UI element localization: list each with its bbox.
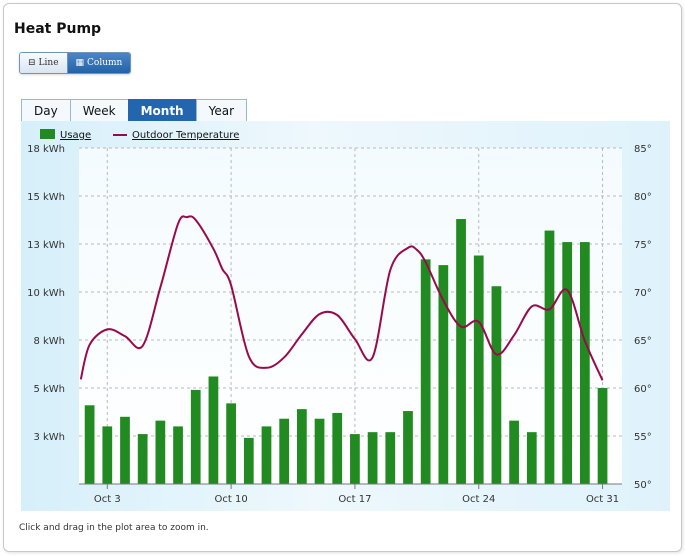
usage-bar[interactable] — [155, 420, 166, 484]
usage-bar[interactable] — [367, 432, 378, 484]
column-view-label: Column — [87, 58, 123, 68]
y-left-tick-label: 13 kWh — [27, 240, 65, 251]
y-right-tick-label: 55° — [634, 432, 652, 443]
x-tick-label: Oct 31 — [586, 494, 619, 505]
line-view-label: Line — [38, 58, 59, 68]
usage-bar[interactable] — [314, 418, 325, 484]
line-view-button[interactable]: ⊟ Line — [20, 53, 68, 73]
y-right-tick-label: 65° — [634, 336, 652, 347]
usage-bar[interactable] — [120, 416, 130, 484]
heat-pump-panel: Heat Pump ⊟ Line ▦ Column Day Week Month… — [3, 3, 682, 552]
usage-bar[interactable] — [491, 286, 502, 484]
usage-bar[interactable] — [261, 426, 272, 484]
chart-legend: Usage Outdoor Temperature — [40, 129, 239, 141]
tab-year[interactable]: Year — [195, 99, 248, 122]
usage-bar[interactable] — [173, 426, 183, 484]
column-view-button[interactable]: ▦ Column — [67, 53, 131, 73]
x-tick-label: Oct 3 — [94, 494, 121, 505]
y-right-tick-label: 80° — [634, 192, 652, 203]
usage-bar[interactable] — [243, 437, 254, 484]
y-left-tick-label: 18 kWh — [27, 144, 65, 155]
panel-title: Heat Pump — [14, 21, 102, 37]
usage-bar[interactable] — [279, 418, 290, 484]
usage-bar[interactable] — [296, 409, 307, 484]
zoom-hint: Click and drag in the plot area to zoom … — [19, 523, 209, 533]
x-tick-label: Oct 10 — [215, 494, 248, 505]
legend-usage-label[interactable]: Usage — [60, 130, 91, 141]
usage-bar[interactable] — [208, 376, 219, 484]
usage-bar[interactable] — [226, 403, 236, 484]
usage-bar[interactable] — [350, 434, 360, 484]
usage-chart[interactable]: 3 kWh 5 kWh 8 kWh 10 kWh 13 kWh 15 kWh 18 kWh 5… — [21, 121, 670, 511]
chart-type-toggle: ⊟ Line ▦ Column — [19, 52, 132, 74]
column-chart-icon: ▦ — [75, 57, 85, 68]
usage-bar[interactable] — [332, 412, 343, 484]
tab-week[interactable]: Week — [69, 99, 129, 122]
usage-bar[interactable] — [84, 405, 95, 484]
usage-bar[interactable] — [456, 219, 466, 484]
y-right-tick-label: 75° — [634, 240, 652, 251]
y-left-tick-label: 8 kWh — [33, 336, 65, 347]
usage-bar[interactable] — [562, 242, 573, 484]
usage-bar[interactable] — [526, 432, 537, 484]
y-right-tick-label: 60° — [634, 384, 652, 395]
tab-day[interactable]: Day — [21, 99, 71, 122]
usage-bar[interactable] — [385, 432, 396, 484]
usage-bar[interactable] — [544, 230, 555, 484]
y-left-tick-label: 3 kWh — [33, 432, 65, 443]
legend-temperature-label[interactable]: Outdoor Temperature — [132, 130, 239, 141]
usage-bar[interactable] — [137, 434, 148, 484]
y-left-tick-label: 10 kWh — [27, 288, 65, 299]
usage-bar[interactable] — [597, 388, 608, 484]
tab-month[interactable]: Month — [127, 99, 197, 122]
line-chart-icon: ⊟ — [28, 57, 36, 68]
period-tabs: Day Week Month Year — [21, 99, 248, 122]
x-tick-label: Oct 24 — [462, 494, 495, 505]
y-left-tick-label: 15 kWh — [27, 192, 65, 203]
chart-area[interactable]: 3 kWh 5 kWh 8 kWh 10 kWh 13 kWh 15 kWh 18 kWh 5… — [21, 121, 670, 511]
usage-bar[interactable] — [420, 259, 431, 484]
y-right-tick-label: 85° — [634, 144, 652, 155]
usage-bar[interactable] — [438, 265, 449, 484]
x-tick-label: Oct 17 — [338, 494, 371, 505]
usage-bar[interactable] — [579, 242, 590, 484]
legend-usage-swatch — [40, 129, 55, 139]
usage-bar[interactable] — [509, 420, 519, 484]
y-left-tick-label: 5 kWh — [33, 384, 65, 395]
usage-bar[interactable] — [102, 426, 113, 484]
usage-bar[interactable] — [473, 255, 484, 484]
usage-bar[interactable] — [190, 389, 201, 484]
usage-bar[interactable] — [403, 411, 413, 484]
y-right-tick-label: 70° — [634, 288, 652, 299]
y-right-tick-label: 50° — [634, 480, 652, 491]
